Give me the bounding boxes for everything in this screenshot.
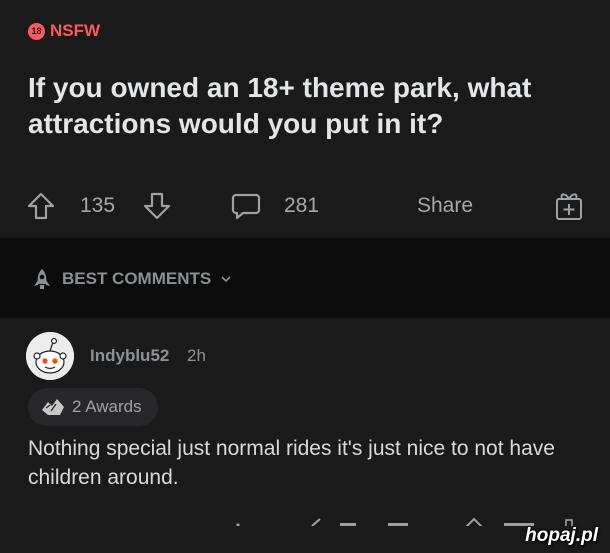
upvote-arrow-icon (27, 192, 55, 220)
awards-label: 2 Awards (72, 397, 142, 416)
nsfw-label: NSFW (50, 21, 101, 40)
chevron-down-icon (221, 276, 231, 283)
award-icon (42, 399, 64, 415)
sort-label: BEST COMMENTS (62, 269, 212, 288)
downvote-button[interactable] (142, 186, 172, 226)
award-button[interactable] (553, 186, 585, 226)
comment-timestamp: 2h (187, 346, 206, 365)
vote-count: 135 (80, 194, 116, 217)
upvote-button[interactable] (26, 186, 56, 226)
awards-pill[interactable]: 2 Awards (28, 388, 158, 426)
downvote-arrow-icon (143, 192, 171, 220)
comment-action-bar-partial (0, 514, 610, 526)
post-action-bar: 135 281 Share (0, 186, 610, 226)
comment-count: 281 (284, 194, 320, 217)
snoo-avatar-icon (26, 332, 74, 380)
avatar[interactable] (26, 332, 74, 380)
comment-username[interactable]: Indyblu52 (90, 346, 169, 366)
comment-sort-bar: BEST COMMENTS (0, 238, 610, 318)
post-card: 18 NSFW If you owned an 18+ theme park, … (0, 0, 610, 238)
comments-button[interactable] (230, 186, 262, 226)
rocket-icon (34, 269, 50, 289)
comment-card: Indyblu52 2h 2 Awards Nothing special ju… (0, 318, 610, 553)
nsfw-tag: 18 NSFW (28, 21, 100, 41)
gift-award-icon (556, 193, 582, 220)
post-title[interactable]: If you owned an 18+ theme park, what att… (28, 70, 588, 142)
comment-sort-dropdown[interactable]: BEST COMMENTS (30, 267, 233, 291)
watermark: hopaj.pl (525, 525, 598, 546)
comment-bubble-icon (231, 193, 261, 220)
nsfw-18-icon: 18 (28, 22, 45, 40)
comment-body: Nothing special just normal rides it's j… (28, 437, 555, 489)
share-button[interactable]: Share (417, 186, 473, 226)
